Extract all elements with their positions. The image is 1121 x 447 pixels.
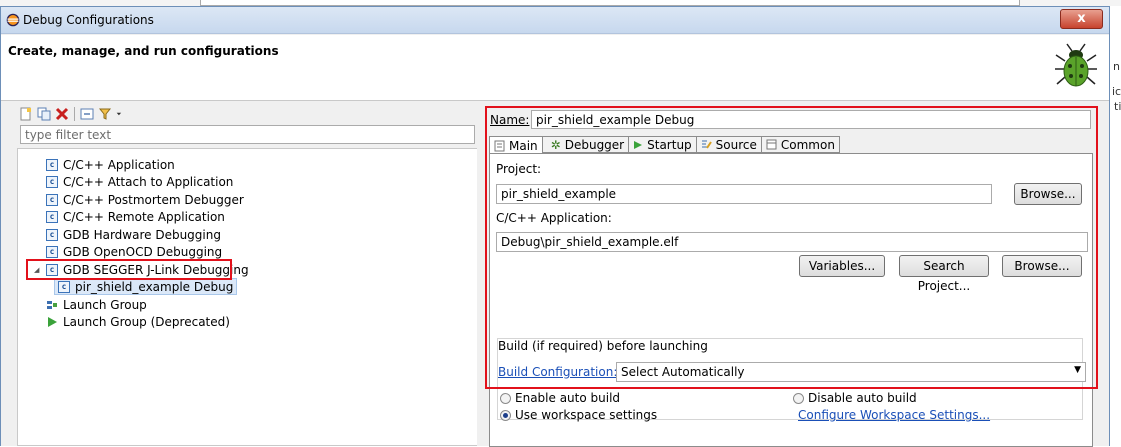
- tree-item-label: C/C++ Remote Application: [63, 209, 225, 224]
- c-launch-icon: c: [46, 193, 58, 206]
- tree-item-cpp-postmortem[interactable]: c C/C++ Postmortem Debugger: [46, 191, 244, 208]
- disable-auto-build-radio[interactable]: Disable auto build: [793, 391, 917, 405]
- tree-item-label: pir_shield_example Debug: [75, 279, 234, 294]
- duplicate-icon[interactable]: [37, 107, 51, 121]
- tree-item-cpp-attach[interactable]: c C/C++ Attach to Application: [46, 173, 233, 190]
- tree-item-label: GDB OpenOCD Debugging: [63, 244, 223, 259]
- radio-icon: [793, 392, 804, 404]
- background-text-fragment: n: [1113, 60, 1120, 73]
- tree-item-cpp-remote[interactable]: c C/C++ Remote Application: [46, 208, 225, 225]
- c-launch-icon: c: [58, 280, 70, 293]
- highlight-box-config: [485, 106, 1098, 389]
- c-launch-icon: c: [46, 210, 58, 223]
- tree-item-launch-group[interactable]: Launch Group: [46, 296, 147, 313]
- view-menu-chevron-down-icon[interactable]: [116, 107, 125, 121]
- tree-toolbar: [19, 105, 125, 123]
- configure-workspace-settings-link[interactable]: Configure Workspace Settings...: [798, 408, 990, 422]
- tree-item-pir-shield-example-debug[interactable]: c pir_shield_example Debug: [54, 278, 238, 295]
- launch-group-icon: [47, 300, 57, 309]
- c-launch-icon: c: [46, 245, 58, 258]
- delete-icon[interactable]: [55, 107, 69, 121]
- radio-icon: [500, 392, 511, 404]
- close-button[interactable]: x: [1060, 9, 1103, 29]
- radio-label: Disable auto build: [808, 391, 917, 405]
- window-title: Debug Configurations: [23, 13, 154, 27]
- radio-selected-icon: [500, 409, 511, 421]
- tree-item-launch-group-deprecated[interactable]: Launch Group (Deprecated): [46, 313, 230, 330]
- c-launch-icon: c: [46, 158, 58, 171]
- toolbar-separator: [74, 107, 75, 121]
- tree-item-label: GDB Hardware Debugging: [63, 227, 221, 242]
- header-title: Create, manage, and run configurations: [8, 44, 279, 58]
- tree-item-label: Launch Group (Deprecated): [63, 314, 230, 329]
- debug-configurations-dialog: Debug Configurations x Create, manage, a…: [0, 6, 1110, 447]
- new-configuration-icon[interactable]: [19, 107, 33, 121]
- debug-bug-icon: [1055, 43, 1097, 87]
- title-bar: Debug Configurations x: [1, 7, 1109, 34]
- c-launch-icon: c: [46, 228, 58, 241]
- enable-auto-build-radio[interactable]: Enable auto build: [500, 391, 620, 405]
- background-text-fragment: ic: [1112, 85, 1121, 98]
- tree-item-label: C/C++ Postmortem Debugger: [63, 192, 244, 207]
- filter-input[interactable]: type filter text: [20, 125, 475, 144]
- tree-item-label: C/C++ Attach to Application: [63, 174, 234, 189]
- background-text-fragment: ti: [1114, 100, 1121, 113]
- radio-label: Use workspace settings: [515, 408, 658, 422]
- dialog-header: Create, manage, and run configurations: [1, 35, 1109, 101]
- tree-item-label: Launch Group: [63, 297, 147, 312]
- run-triangle-icon: [48, 316, 57, 327]
- filter-icon[interactable]: [98, 107, 112, 121]
- collapse-all-icon[interactable]: [80, 107, 94, 121]
- tree-item-cpp-application[interactable]: c C/C++ Application: [46, 156, 175, 173]
- configuration-editor-pane: Name: pir_shield_example Debug Main ✲ De…: [485, 103, 1099, 447]
- c-launch-icon: c: [46, 175, 58, 188]
- configuration-tree-pane: type filter text c C/C++ Application c C/C…: [9, 103, 478, 447]
- highlight-box-segger: [26, 259, 232, 280]
- tree-item-gdb-hardware[interactable]: c GDB Hardware Debugging: [46, 226, 221, 243]
- tree-item-gdb-openocd[interactable]: c GDB OpenOCD Debugging: [46, 243, 222, 260]
- eclipse-icon: [6, 13, 20, 27]
- tree-item-label: C/C++ Application: [63, 157, 175, 172]
- radio-label: Enable auto build: [515, 391, 621, 405]
- use-workspace-settings-radio[interactable]: Use workspace settings: [500, 408, 657, 422]
- configuration-tree: c C/C++ Application c C/C++ Attach to Appl…: [17, 148, 477, 446]
